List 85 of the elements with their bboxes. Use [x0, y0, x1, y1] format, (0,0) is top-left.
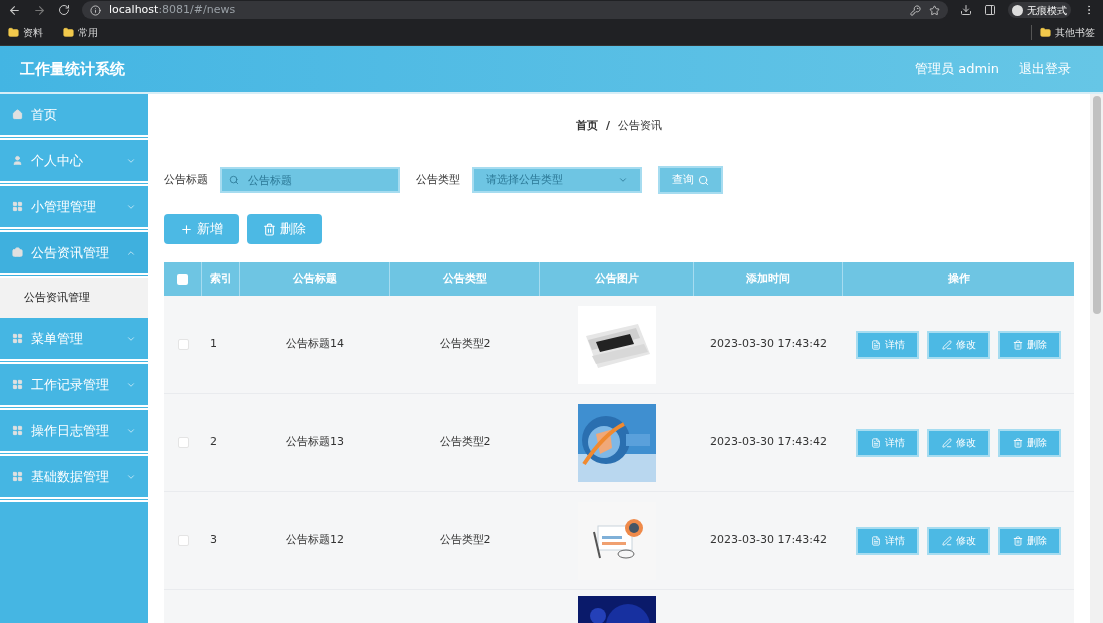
table-cell: 2023-03-30 17:43:42 — [710, 532, 827, 549]
column-header: 公告标题 — [292, 270, 337, 287]
bookmark[interactable]: 资料 — [4, 25, 47, 40]
info-icon — [90, 4, 101, 16]
url-text: localhost:8081/#/news — [109, 1, 236, 18]
table-cell: 2 — [210, 434, 217, 451]
table-cell: 公告类型2 — [439, 336, 491, 353]
star-icon[interactable] — [929, 4, 940, 16]
breadcrumb-separator: / — [606, 117, 610, 134]
reload-icon[interactable] — [58, 4, 70, 16]
grid-icon — [12, 471, 23, 482]
address-bar[interactable]: localhost:8081/#/news — [82, 1, 948, 19]
trash-icon — [1012, 535, 1023, 546]
breadcrumb-item: 公告资讯 — [618, 117, 662, 134]
forward-icon[interactable] — [33, 3, 46, 17]
chevron-icon — [618, 175, 628, 185]
bookmark[interactable]: 常用 — [59, 25, 102, 40]
row-action-button[interactable]: 删除 — [998, 526, 1061, 555]
key-icon[interactable] — [910, 4, 921, 16]
delete-button[interactable]: 删除 — [247, 214, 322, 244]
plus-icon — [180, 222, 193, 236]
folder-icon — [1040, 27, 1051, 38]
row-action-button[interactable]: 删除 — [998, 330, 1061, 359]
table-cell: 3 — [210, 532, 217, 549]
table-cell: 1 — [210, 336, 217, 353]
grid-icon — [12, 425, 23, 436]
row-action-button[interactable]: 详情 — [856, 428, 919, 457]
trash-icon — [1012, 437, 1023, 448]
field-label: 公告标题 — [164, 171, 208, 188]
table-cell: 2023-03-30 17:43:42 — [710, 434, 827, 451]
column-header: 公告图片 — [594, 270, 639, 287]
row-action-button[interactable]: 详情 — [856, 330, 919, 359]
bookmark[interactable]: 其他书签 — [1031, 25, 1099, 40]
user-icon — [12, 155, 23, 166]
app-title: 工作量统计系统 — [20, 58, 125, 80]
submenu-item[interactable]: 公告资讯管理 — [0, 278, 148, 318]
home-icon — [12, 109, 23, 120]
add-button[interactable]: 新增 — [164, 214, 239, 244]
trash-icon — [1012, 339, 1023, 350]
document-icon — [870, 437, 881, 448]
row-checkbox[interactable] — [177, 339, 189, 350]
type-select[interactable]: 请选择公告类型 — [472, 167, 642, 193]
table-cell: 公告标题13 — [286, 434, 344, 451]
table-cell: 公告标题12 — [286, 532, 344, 549]
search-field[interactable]: 公告标题 — [220, 167, 400, 193]
pen-icon — [941, 437, 952, 448]
grid-icon — [12, 333, 23, 344]
search-icon — [229, 175, 239, 185]
column-header: 操作 — [947, 270, 970, 287]
column-header: 索引 — [209, 270, 232, 287]
pen-icon — [941, 339, 952, 350]
column-header: 公告类型 — [442, 270, 487, 287]
search-icon — [698, 174, 709, 186]
folder-icon — [63, 27, 74, 38]
row-checkbox[interactable] — [177, 437, 189, 448]
logout-link[interactable]: 退出登录 — [1019, 59, 1071, 79]
breadcrumb-item[interactable]: 首页 — [576, 117, 598, 135]
grid-icon — [12, 379, 23, 390]
row-action-button[interactable]: 修改 — [927, 526, 990, 555]
select-all-checkbox[interactable] — [177, 273, 188, 285]
pen-icon — [941, 535, 952, 546]
folder-icon — [8, 27, 19, 38]
document-icon — [870, 339, 881, 350]
table-cell: 公告标题14 — [286, 336, 344, 353]
row-action-button[interactable]: 详情 — [856, 526, 919, 555]
incognito-icon — [1012, 4, 1023, 16]
grid-icon — [12, 201, 23, 212]
table-cell: 公告类型2 — [439, 532, 491, 549]
row-checkbox[interactable] — [177, 535, 189, 546]
row-action-button[interactable]: 修改 — [927, 428, 990, 457]
row-action-button[interactable]: 修改 — [927, 330, 990, 359]
field-label: 公告类型 — [416, 171, 460, 188]
side-panel-icon[interactable] — [984, 4, 996, 16]
document-icon — [870, 535, 881, 546]
profile-chip[interactable]: 无痕模式 — [1008, 2, 1071, 18]
trash-icon — [263, 222, 276, 236]
query-button[interactable]: 查询 — [658, 166, 723, 194]
user-name: 管理员 admin — [915, 60, 999, 79]
table-cell: 2023-03-30 17:43:42 — [710, 336, 827, 353]
download-icon[interactable] — [960, 4, 972, 16]
sidebar-item[interactable]: 公告资讯管理 — [0, 232, 148, 278]
table-cell: 公告类型2 — [439, 434, 491, 451]
back-icon[interactable] — [8, 3, 21, 17]
column-header: 添加时间 — [746, 270, 790, 287]
row-action-button[interactable]: 删除 — [998, 428, 1061, 457]
